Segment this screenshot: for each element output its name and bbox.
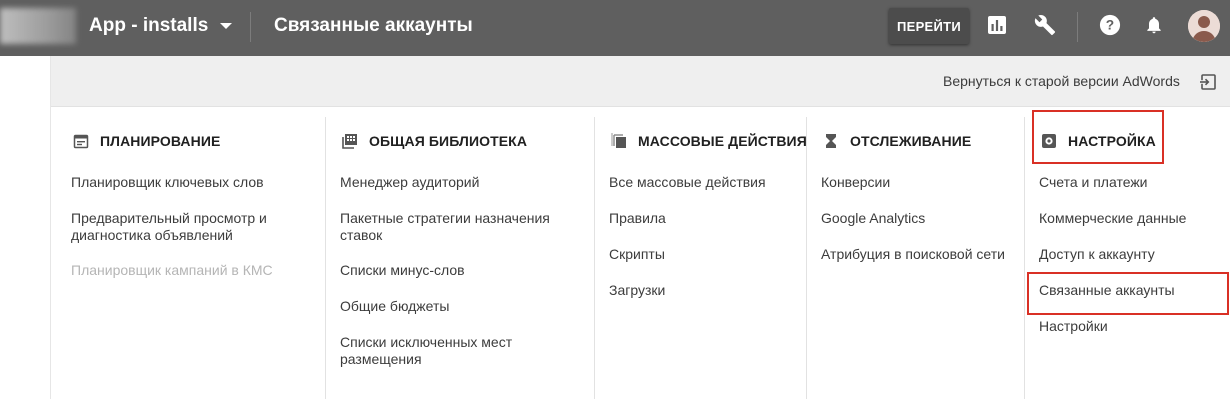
menu-item-ad-preview[interactable]: Предварительный просмотр и диагностика о… bbox=[71, 210, 311, 244]
menu-item-shared-budgets[interactable]: Общие бюджеты bbox=[340, 298, 449, 315]
shared-library-heading: ОБЩАЯ БИБЛИОТЕКА bbox=[341, 131, 527, 151]
menu-item-audience-manager[interactable]: Менеджер аудиторий bbox=[340, 174, 479, 191]
hourglass-icon bbox=[822, 132, 840, 150]
linked-accounts-highlight bbox=[1027, 272, 1229, 315]
calendar-icon bbox=[72, 132, 90, 150]
bulk-actions-icon bbox=[610, 132, 628, 150]
menu-item-placement-exclusion-lists[interactable]: Списки исключенных мест размещения bbox=[340, 334, 580, 368]
back-to-old-version-link[interactable]: Вернуться к старой версии AdWords bbox=[943, 73, 1180, 89]
heading-label: ПЛАНИРОВАНИЕ bbox=[100, 133, 221, 149]
heading-label: ОТСЛЕЖИВАНИЕ bbox=[850, 133, 972, 149]
heading-label: ОБЩАЯ БИБЛИОТЕКА bbox=[369, 133, 528, 149]
top-app-bar: App - installs Связанные аккаунты ПЕРЕЙТ… bbox=[0, 0, 1230, 56]
menu-item-account-access[interactable]: Доступ к аккаунту bbox=[1039, 246, 1155, 263]
column-divider bbox=[806, 117, 807, 399]
setup-heading-highlight bbox=[1032, 110, 1164, 164]
menu-item-scripts[interactable]: Скрипты bbox=[609, 246, 665, 263]
menu-item-negative-keyword-lists[interactable]: Списки минус-слов bbox=[340, 262, 465, 279]
menu-item-uploads[interactable]: Загрузки bbox=[609, 282, 665, 299]
column-divider bbox=[1024, 117, 1025, 399]
notifications-icon[interactable] bbox=[1142, 13, 1166, 37]
menu-item-portfolio-bid-strategies[interactable]: Пакетные стратегии назначения ставок bbox=[340, 210, 580, 244]
menu-item-keyword-planner[interactable]: Планировщик ключевых слов bbox=[71, 174, 264, 191]
campaign-name: App - installs bbox=[89, 15, 209, 36]
bulk-actions-heading: МАССОВЫЕ ДЕЙСТВИЯ bbox=[610, 131, 807, 151]
left-gutter bbox=[0, 56, 51, 399]
divider bbox=[1077, 12, 1078, 42]
svg-text:?: ? bbox=[1106, 18, 1114, 33]
go-button[interactable]: ПЕРЕЙТИ bbox=[889, 8, 969, 44]
help-icon[interactable]: ? bbox=[1098, 13, 1122, 37]
column-divider bbox=[325, 117, 326, 399]
menu-item-google-analytics[interactable]: Google Analytics bbox=[821, 210, 925, 227]
library-icon bbox=[341, 132, 359, 150]
reports-icon[interactable] bbox=[985, 13, 1009, 37]
avatar[interactable] bbox=[1188, 10, 1220, 42]
menu-item-business-data[interactable]: Коммерческие данные bbox=[1039, 210, 1186, 227]
heading-label: МАССОВЫЕ ДЕЙСТВИЯ bbox=[638, 133, 807, 149]
menu-item-display-planner: Планировщик кампаний в КМС bbox=[71, 262, 273, 278]
exit-icon[interactable] bbox=[1199, 73, 1217, 91]
measurement-heading: ОТСЛЕЖИВАНИЕ bbox=[822, 131, 971, 151]
divider bbox=[50, 56, 51, 399]
account-selector-blurred[interactable] bbox=[0, 8, 76, 44]
caret-down-icon bbox=[220, 23, 233, 29]
column-divider bbox=[594, 117, 595, 399]
menu-item-settings[interactable]: Настройки bbox=[1039, 318, 1108, 335]
menu-item-billing[interactable]: Счета и платежи bbox=[1039, 174, 1148, 191]
divider bbox=[250, 12, 251, 42]
menu-item-rules[interactable]: Правила bbox=[609, 210, 666, 227]
page-title: Связанные аккаунты bbox=[274, 15, 473, 36]
menu-item-conversions[interactable]: Конверсии bbox=[821, 174, 890, 191]
campaign-selector[interactable]: App - installs bbox=[89, 15, 233, 37]
planning-heading: ПЛАНИРОВАНИЕ bbox=[72, 131, 220, 151]
menu-item-search-attribution[interactable]: Атрибуция в поисковой сети bbox=[821, 246, 1005, 263]
menu-item-all-bulk-actions[interactable]: Все массовые действия bbox=[609, 174, 766, 191]
tools-icon[interactable] bbox=[1033, 13, 1057, 37]
